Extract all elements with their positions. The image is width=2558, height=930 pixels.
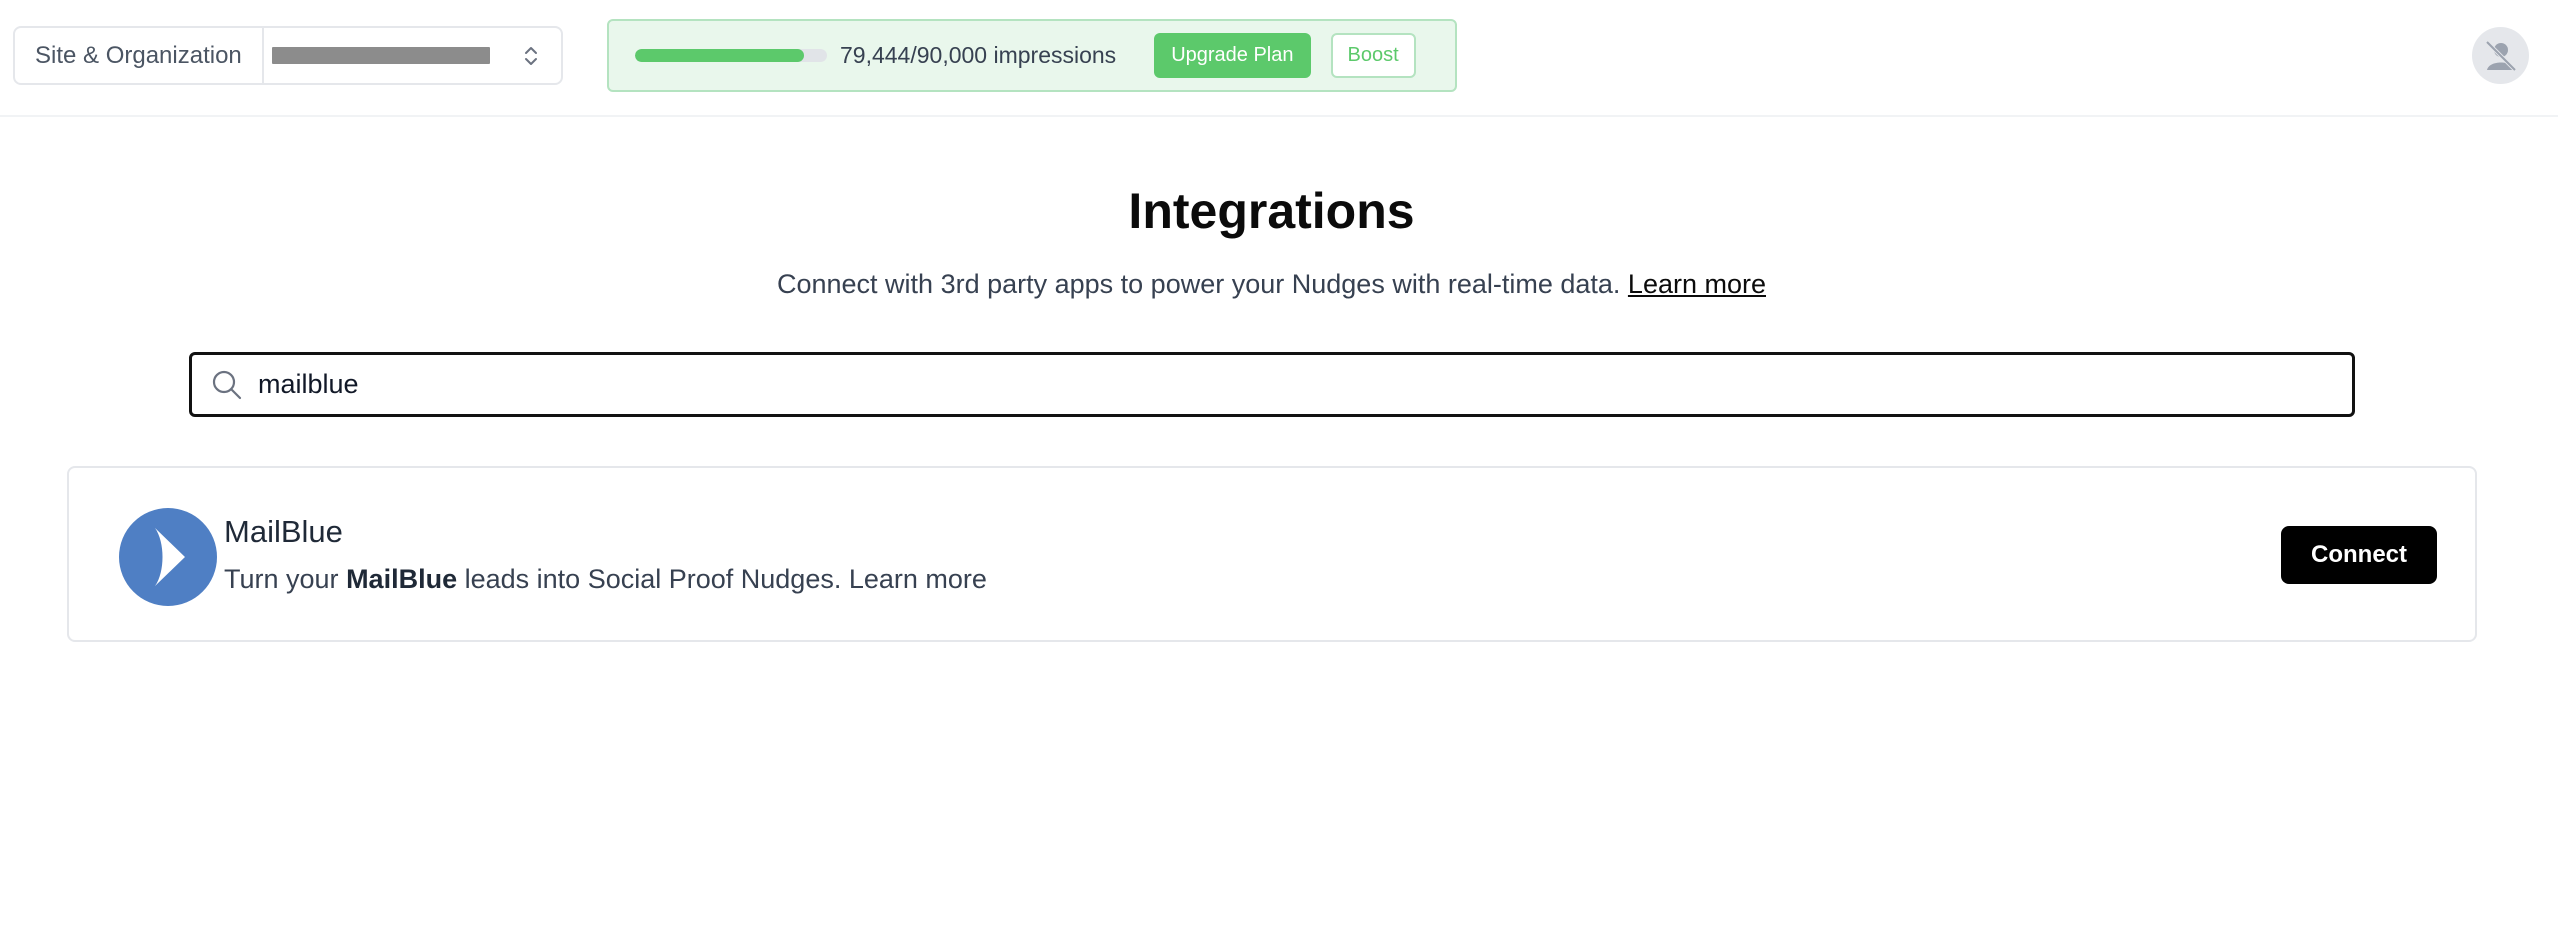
integration-learn-more-link[interactable]: Learn more [849,564,987,594]
desc-suffix: leads into Social Proof Nudges. [464,564,842,594]
usage-panel: 79,444/90,000 impressions Upgrade Plan B… [607,19,1457,92]
desc-brand: MailBlue [346,564,458,594]
site-selector-label: Site & Organization [15,28,264,83]
boost-button[interactable]: Boost [1330,33,1416,78]
page-title: Integrations [1128,183,1415,239]
site-organization-selector[interactable]: Site & Organization [13,26,563,85]
avatar[interactable] [2472,27,2529,84]
integration-name: MailBlue [224,514,343,549]
impressions-progress-bar [635,49,827,62]
desc-prefix: Turn your [224,564,339,594]
search-icon [210,368,244,402]
redacted-site-name [271,47,490,64]
connect-button[interactable]: Connect [2281,526,2437,584]
search-box[interactable] [189,352,2355,417]
mailblue-logo-icon [119,508,217,606]
impressions-progress-fill [635,49,805,62]
subtitle-text: Connect with 3rd party apps to power you… [776,269,1621,299]
impressions-count: 79,444/90,000 impressions [840,42,1117,68]
top-bar: Site & Organization 79,444/90,000 impres… [0,0,2558,117]
upgrade-plan-button[interactable]: Upgrade Plan [1154,33,1311,78]
integration-description: Turn your MailBlue leads into Social Pro… [224,560,987,598]
learn-more-link[interactable]: Learn more [1628,269,1766,299]
integration-card-mailblue: MailBlue Turn your MailBlue leads into S… [67,466,2477,642]
page-subtitle: Connect with 3rd party apps to power you… [0,264,2543,304]
chevron-up-down-icon [525,46,537,65]
site-selector-value[interactable] [264,28,561,83]
user-hidden-icon [2485,40,2516,71]
search-input[interactable] [258,359,2258,410]
